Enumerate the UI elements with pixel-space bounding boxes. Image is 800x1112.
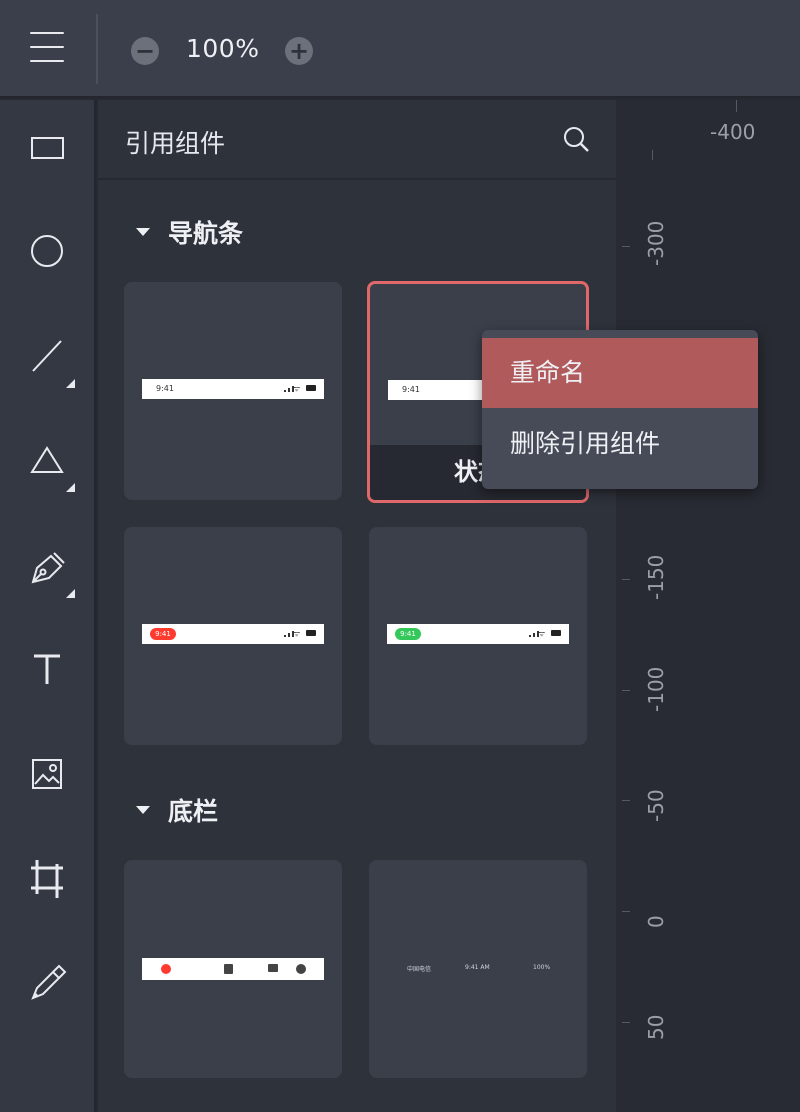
component-card[interactable]: 9:41 ᯤ — [369, 527, 587, 745]
rectangle-icon[interactable] — [23, 122, 73, 172]
delete-component-menu-item[interactable]: 删除引用组件 — [482, 409, 758, 479]
thumb-time: 9:41 AM — [465, 964, 490, 971]
image-icon[interactable] — [23, 750, 73, 800]
ruler-label: 0 — [644, 915, 668, 928]
top-bar: − 100% + — [0, 0, 800, 98]
thumb-time: 9:41 — [402, 385, 420, 394]
zoom-in-button[interactable]: + — [285, 37, 313, 65]
ruler-label: -400 — [710, 120, 756, 144]
section-label: 底栏 — [168, 797, 219, 826]
status-bar-thumbnail-green: 9:41 ᯤ — [387, 624, 569, 644]
component-card[interactable] — [124, 860, 342, 1078]
context-menu: 重命名 删除引用组件 — [482, 330, 758, 489]
triangle-icon[interactable] — [23, 438, 75, 492]
panel-header: 引用组件 — [98, 100, 616, 180]
ruler-label: -300 — [644, 220, 668, 266]
tab-bar-thumbnail — [142, 958, 324, 980]
time-pill: 9:41 — [150, 628, 176, 640]
thumb-time: 9:41 — [156, 384, 174, 393]
component-panel: 引用组件 导航条 9:41 ᯤ 9:41 状态 9:41 ᯤ 9:41 ᯤ 底栏… — [98, 100, 616, 1112]
tool-sidebar — [0, 100, 96, 1112]
component-card[interactable]: 9:41 ᯤ — [124, 282, 342, 500]
section-bottombar[interactable]: 底栏 — [136, 792, 218, 828]
component-card[interactable]: 中国电信 9:41 AM 100% — [369, 860, 587, 1078]
eyedropper-icon[interactable] — [23, 958, 73, 1008]
time-pill: 9:41 — [395, 628, 421, 640]
vertical-ruler: -400 -300 -150 -100 -50 0 50 — [616, 100, 800, 1112]
text-icon[interactable] — [23, 646, 73, 696]
status-bar-thumbnail-light: 中国电信 9:41 AM 100% — [387, 958, 569, 980]
ruler-label: 50 — [644, 1014, 668, 1040]
ellipse-icon[interactable] — [23, 226, 73, 276]
ruler-label: -50 — [644, 789, 668, 822]
line-icon[interactable] — [23, 334, 75, 388]
component-card[interactable]: 9:41 ᯤ — [124, 527, 342, 745]
search-icon[interactable] — [562, 125, 592, 155]
status-bar-thumbnail-red: 9:41 ᯤ — [142, 624, 324, 644]
ruler-label: -150 — [644, 554, 668, 600]
caret-down-icon — [136, 806, 150, 814]
crop-icon[interactable] — [23, 854, 73, 904]
thumb-battery: 100% — [533, 964, 551, 971]
toolbar-divider — [96, 14, 98, 84]
section-label: 导航条 — [168, 219, 244, 248]
panel-title: 引用组件 — [125, 129, 226, 158]
pen-icon[interactable] — [23, 544, 75, 598]
rename-menu-item[interactable]: 重命名 — [482, 338, 758, 408]
hamburger-menu-icon[interactable] — [30, 32, 64, 62]
zoom-out-button[interactable]: − — [131, 37, 159, 65]
thumb-carrier: 中国电信 — [407, 966, 432, 973]
status-bar-thumbnail: 9:41 ᯤ — [142, 379, 324, 399]
zoom-level: 100% — [186, 34, 260, 63]
section-navbar[interactable]: 导航条 — [136, 214, 243, 250]
ruler-label: -100 — [644, 666, 668, 712]
caret-down-icon — [136, 228, 150, 236]
